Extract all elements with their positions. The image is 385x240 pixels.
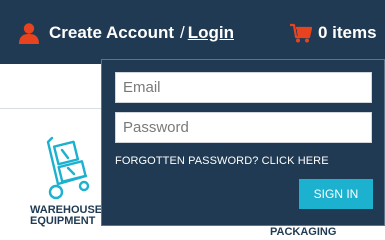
hand-truck-icon	[46, 136, 90, 200]
category-label-line2: EQUIPMENT	[30, 215, 96, 227]
email-field[interactable]	[115, 72, 372, 103]
login-link[interactable]: Login	[188, 23, 234, 43]
link-separator: /	[180, 23, 185, 42]
category-packaging[interactable]: PACKAGING	[270, 227, 336, 238]
account-links: Create Account / Login	[18, 22, 234, 44]
cart-link[interactable]: 0 items	[290, 22, 377, 44]
sign-in-button[interactable]: SIGN IN	[299, 179, 373, 209]
shopping-cart-icon	[290, 23, 312, 43]
forgot-password-link[interactable]: FORGOTTEN PASSWORD? CLICK HERE	[115, 155, 329, 167]
user-icon	[19, 23, 39, 44]
category-warehouse-equipment[interactable]: WAREHOUSE EQUIPMENT	[30, 205, 106, 227]
password-field[interactable]	[115, 112, 372, 143]
cart-count: 0 items	[318, 23, 377, 42]
top-bar: Create Account / Login 0 items	[0, 0, 385, 64]
create-account-link[interactable]: Create Account	[49, 23, 174, 43]
login-dropdown: FORGOTTEN PASSWORD? CLICK HERE SIGN IN	[101, 59, 385, 226]
